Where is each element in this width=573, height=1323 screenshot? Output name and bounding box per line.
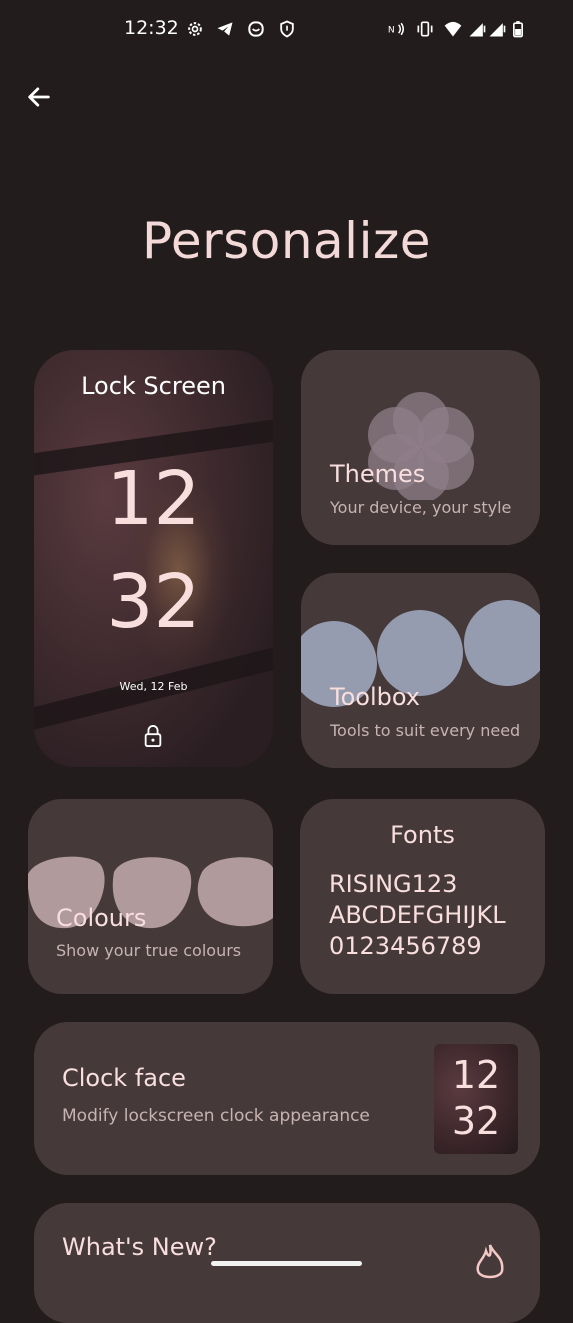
themes-subtitle: Your device, your style [330, 498, 512, 517]
clock-face-title: Clock face [62, 1064, 186, 1092]
font-sample-line: 0123456789 [329, 932, 482, 960]
gesture-home-bar[interactable] [211, 1261, 362, 1266]
lock-clock-minute: 32 [106, 559, 201, 645]
colours-title: Colours [56, 904, 147, 932]
clock-face-preview-hour: 12 [451, 1053, 501, 1097]
page-title: Personalize [142, 212, 431, 270]
fonts-card[interactable]: Fonts RISING123 ABCDEFGHIJKL 0123456789 [300, 799, 545, 994]
signal-icon [486, 18, 508, 40]
lock-icon [142, 724, 164, 748]
lock-screen-title: Lock Screen [81, 372, 226, 400]
wifi-icon [442, 18, 464, 40]
arrow-left-icon [28, 87, 50, 107]
themes-card[interactable]: Themes Your device, your style [301, 350, 540, 545]
app-icon [245, 18, 267, 40]
svg-text:N: N [388, 24, 395, 35]
gear-icon [184, 18, 206, 40]
clock-face-subtitle: Modify lockscreen clock appearance [62, 1106, 370, 1126]
signal-icon [466, 18, 488, 40]
themes-title: Themes [330, 460, 426, 488]
toolbox-subtitle: Tools to suit every need [330, 721, 521, 740]
colours-card[interactable]: Colours Show your true colours [28, 799, 273, 994]
lock-screen-card[interactable]: Lock Screen 12 32 Wed, 12 Feb [34, 350, 273, 767]
whats-new-title: What's New? [62, 1233, 217, 1261]
lock-date: Wed, 12 Feb [119, 680, 188, 693]
battery-icon [507, 18, 529, 40]
telegram-icon [214, 18, 236, 40]
clock-face-preview-minute: 32 [451, 1099, 501, 1143]
toolbox-title: Toolbox [330, 683, 420, 711]
clock-face-card[interactable]: Clock face Modify lockscreen clock appea… [34, 1022, 540, 1175]
fonts-title: Fonts [390, 821, 455, 849]
nfc-icon: N [386, 18, 408, 40]
toolbox-card[interactable]: Toolbox Tools to suit every need [301, 573, 540, 768]
lock-clock-hour: 12 [106, 456, 201, 542]
shield-icon [276, 18, 298, 40]
back-button[interactable] [22, 80, 56, 114]
flame-icon [476, 1244, 504, 1279]
font-sample-line: ABCDEFGHIJKL [329, 901, 506, 929]
vibrate-icon [414, 18, 436, 40]
font-sample-line: RISING123 [329, 870, 458, 898]
status-time: 12:32 [124, 17, 179, 39]
colours-subtitle: Show your true colours [56, 941, 242, 960]
clock-face-preview: 12 32 [434, 1044, 518, 1154]
